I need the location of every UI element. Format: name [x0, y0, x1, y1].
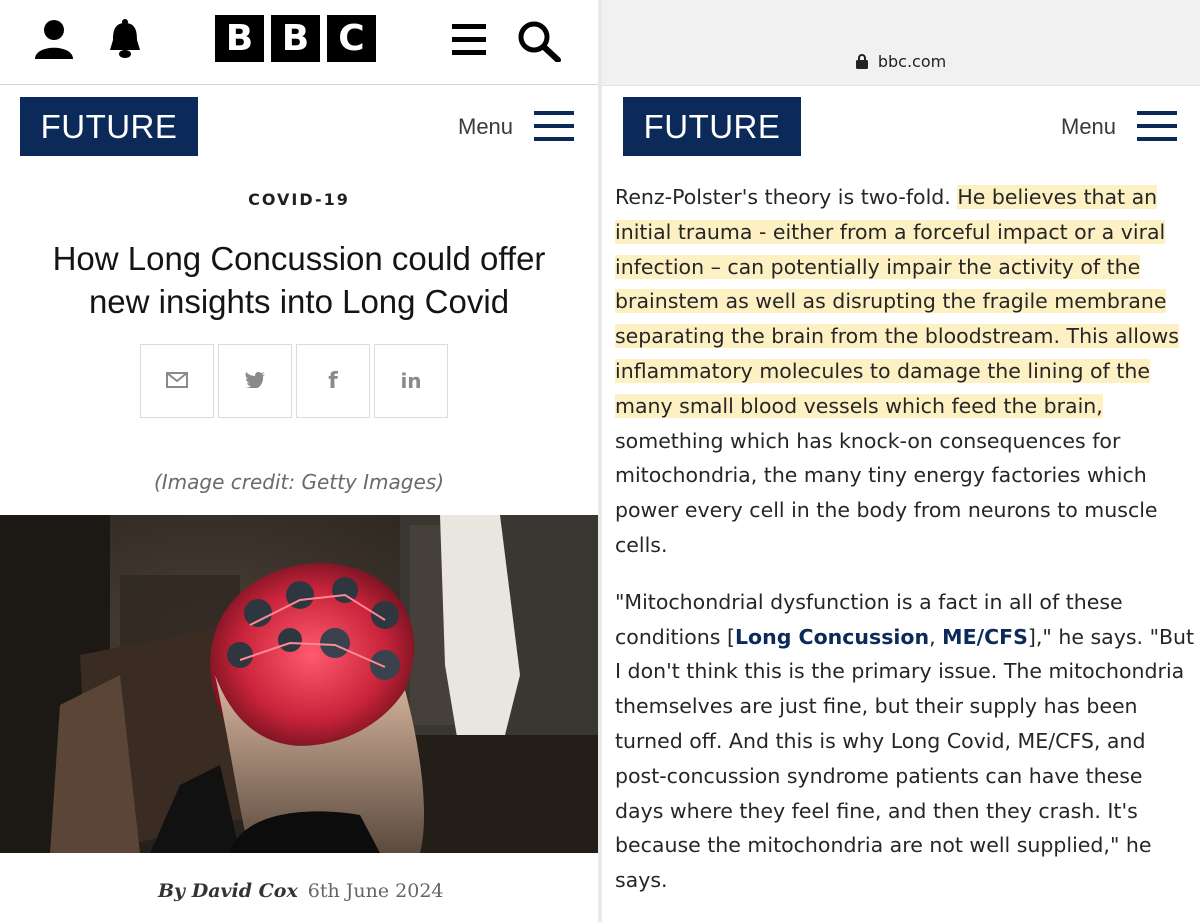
image-credit: (Image credit: Getty Images)	[153, 470, 445, 494]
bbc-logo-letter: B	[215, 15, 264, 62]
publish-date: 6th June 2024	[307, 880, 444, 902]
bbc-logo-letter: C	[327, 15, 376, 62]
left-screenshot: B B C FUTURE Menu COVID-19 How Long Conc…	[0, 0, 598, 922]
browser-address-bar: bbc.com	[602, 0, 1200, 86]
byline: By David Cox 6th June 2024	[158, 880, 444, 902]
author-name[interactable]: By David Cox	[158, 880, 298, 902]
article-headline: How Long Concussion could offer new insi…	[52, 240, 546, 320]
menu-label[interactable]: Menu	[458, 114, 513, 140]
lock-icon	[855, 52, 878, 71]
menu-label[interactable]: Menu	[1061, 114, 1116, 140]
notifications-bell-icon[interactable]	[105, 18, 145, 64]
article-body: Renz-Polster's theory is two-fold. He be…	[615, 180, 1195, 898]
facebook-icon: f	[328, 368, 338, 394]
search-icon[interactable]	[517, 20, 561, 66]
email-icon	[166, 369, 188, 394]
account-icon[interactable]	[33, 18, 75, 64]
address-url[interactable]: bbc.com	[602, 52, 1200, 71]
linkedin-icon: in	[400, 369, 422, 393]
paragraph-text: ,	[929, 624, 943, 649]
share-email-button[interactable]	[140, 344, 214, 418]
bbc-logo[interactable]: B B C	[215, 15, 376, 62]
url-text: bbc.com	[877, 52, 947, 71]
share-buttons: f in	[140, 344, 448, 418]
twitter-icon	[245, 369, 265, 394]
paragraph-text: ],"	[1027, 624, 1052, 649]
future-section-logo[interactable]: FUTURE	[20, 97, 198, 156]
share-facebook-button[interactable]: f	[296, 344, 370, 418]
future-section-logo[interactable]: FUTURE	[623, 97, 801, 156]
paragraph-text: something which has knock-on consequence…	[615, 428, 1158, 557]
link-long-concussion[interactable]: Long Concussion	[735, 625, 929, 649]
highlighted-text: He believes that an initial trauma - eit…	[615, 185, 1179, 418]
share-linkedin-button[interactable]: in	[374, 344, 448, 418]
paragraph-theory: Renz-Polster's theory is two-fold. He be…	[615, 180, 1195, 563]
right-screenshot: bbc.com FUTURE Menu Renz-Polster's theor…	[602, 0, 1200, 922]
menu-lines-icon[interactable]	[1137, 111, 1177, 145]
paragraph-text: he says. "But I don't think this is the …	[615, 624, 1195, 893]
link-me-cfs[interactable]: ME/CFS	[942, 625, 1028, 649]
article-hero-photo	[0, 515, 598, 853]
paragraph-quote: "Mitochondrial dysfunction is a fact in …	[615, 585, 1195, 898]
paragraph-text: Renz-Polster's theory is two-fold.	[615, 185, 958, 209]
share-twitter-button[interactable]	[218, 344, 292, 418]
topic-kicker[interactable]: COVID-19	[0, 190, 598, 209]
menu-hamburger-icon[interactable]	[452, 24, 486, 60]
bbc-top-bar: B B C	[0, 0, 598, 85]
bbc-logo-letter: B	[271, 15, 320, 62]
menu-lines-icon[interactable]	[534, 111, 574, 145]
